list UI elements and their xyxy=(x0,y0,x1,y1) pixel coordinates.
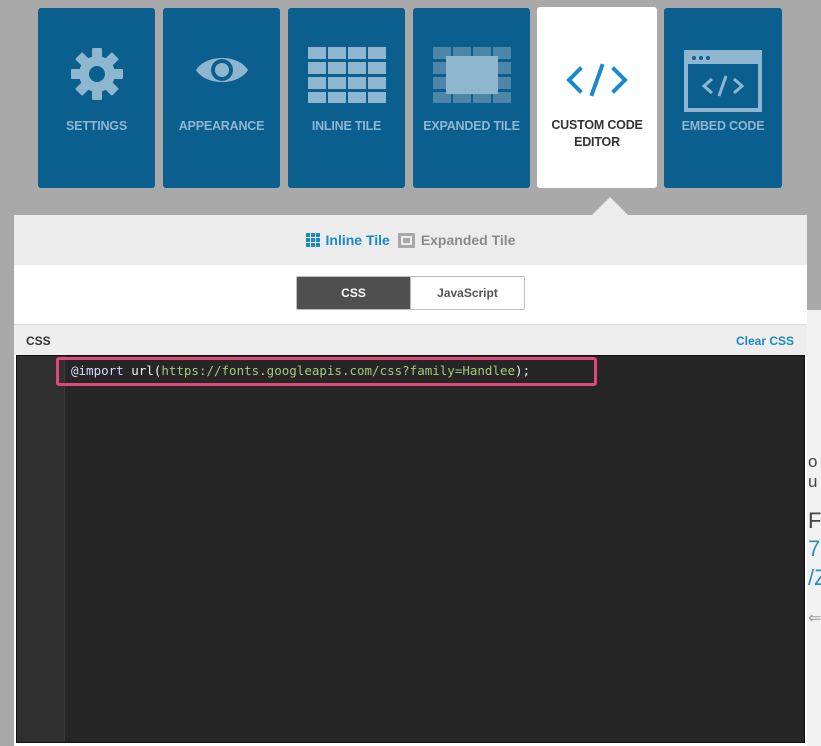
tab-label: Expanded Tile xyxy=(420,232,516,248)
clear-css-link[interactable]: Clear CSS xyxy=(736,334,794,348)
expanded-tile-icon xyxy=(432,47,511,108)
tile-embed-code[interactable]: EMBED CODE xyxy=(664,8,782,188)
grid-icon xyxy=(307,47,386,108)
background-arrow: ⇐ xyxy=(808,610,821,627)
tile-expanded-tile[interactable]: EXPANDED TILE xyxy=(413,8,530,188)
css-toggle-button[interactable]: CSS xyxy=(297,277,410,309)
tab-label: Inline Tile xyxy=(325,232,390,248)
gear-icon xyxy=(69,46,125,107)
tile-settings[interactable]: SETTINGS xyxy=(38,8,155,188)
background-link: /Z xyxy=(808,565,821,590)
editor-header: CSS Clear CSS xyxy=(14,324,807,355)
tile-appearance[interactable]: APPEARANCE xyxy=(163,8,280,188)
code-icon xyxy=(566,63,628,102)
tile-inline-tile[interactable]: INLINE TILE xyxy=(288,8,405,188)
tab-inline-tile[interactable]: Inline Tile xyxy=(305,232,390,248)
grid-icon xyxy=(305,233,320,247)
eye-icon xyxy=(194,50,250,95)
highlight-box xyxy=(56,357,597,386)
tab-expanded-tile[interactable]: Expanded Tile xyxy=(397,232,516,248)
active-tile-pointer xyxy=(591,197,629,216)
tile-label: EMBED CODE xyxy=(681,119,765,133)
tile-label: SETTINGS xyxy=(66,119,127,133)
tile-custom-code-editor[interactable]: CUSTOM CODE EDITOR xyxy=(537,7,657,188)
subtab-bar: Inline Tile Expanded Tile xyxy=(14,215,807,265)
css-code-editor[interactable]: @import url(https://fonts.googleapis.com… xyxy=(16,355,805,743)
background-page: o u F 7 /Z ⇐ xyxy=(806,310,821,746)
tile-label: EXPANDED TILE xyxy=(423,119,520,133)
background-text: o xyxy=(808,452,818,471)
background-link: 7 xyxy=(808,536,821,561)
background-text: u xyxy=(808,472,818,491)
browser-code-icon xyxy=(684,50,762,117)
tile-label: INLINE TILE xyxy=(311,119,382,133)
line-gutter xyxy=(17,356,65,742)
expanded-tile-icon xyxy=(397,232,415,248)
tile-label: CUSTOM CODE EDITOR xyxy=(551,118,643,149)
custom-code-editor-panel: Inline Tile Expanded Tile CSS JavaScript… xyxy=(14,215,807,746)
language-toggle: CSS JavaScript xyxy=(296,276,525,310)
tile-label: APPEARANCE xyxy=(178,119,265,133)
javascript-toggle-button[interactable]: JavaScript xyxy=(410,277,524,309)
background-text: F xyxy=(808,508,821,533)
editor-title: CSS xyxy=(26,334,51,348)
